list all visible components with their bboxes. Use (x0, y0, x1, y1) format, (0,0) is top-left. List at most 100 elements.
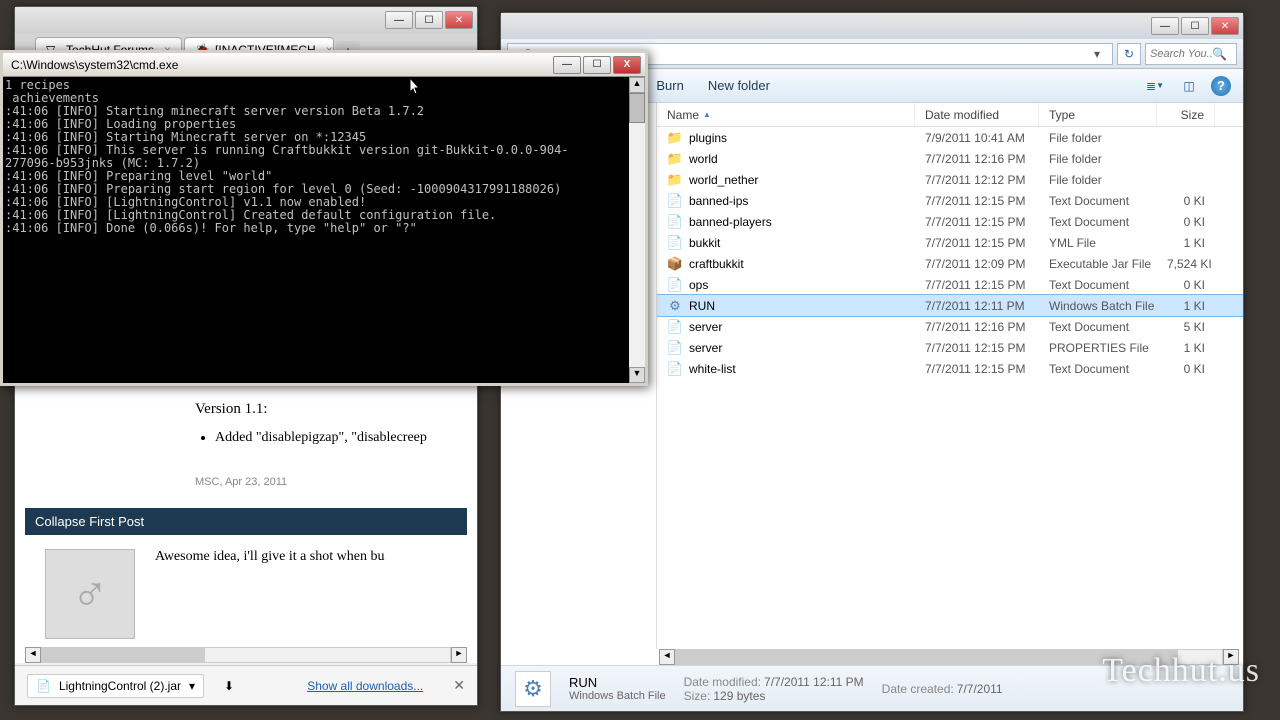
maximize-button[interactable]: ☐ (583, 56, 611, 74)
cmd-window: C:\Windows\system32\cmd.exe — ☐ X 1 reci… (0, 50, 648, 386)
new-folder-button[interactable]: New folder (708, 78, 770, 93)
browser-hscrollbar[interactable]: ◄ ► (25, 647, 467, 663)
scroll-thumb[interactable] (42, 648, 205, 662)
refresh-button[interactable]: ↻ (1117, 43, 1141, 65)
file-date: 7/7/2011 12:15 PM (915, 215, 1039, 229)
file-type: Windows Batch File (1039, 299, 1157, 313)
file-row[interactable]: 📦craftbukkit7/7/2011 12:09 PMExecutable … (657, 253, 1243, 274)
reply-text: Awesome idea, i'll give it a shot when b… (155, 549, 447, 639)
file-type: File folder (1039, 131, 1157, 145)
file-date: 7/7/2011 12:15 PM (915, 362, 1039, 376)
file-row[interactable]: 📄server7/7/2011 12:15 PMPROPERTIES File1… (657, 337, 1243, 358)
file-type: Text Document (1039, 278, 1157, 292)
minimize-button[interactable]: — (553, 56, 581, 74)
bat-icon: ⚙ (667, 298, 683, 314)
file-size: 0 KI (1157, 362, 1215, 376)
scroll-down-icon[interactable]: ▼ (629, 367, 645, 383)
details-size: 129 bytes (713, 689, 765, 703)
label: Size: (684, 689, 711, 703)
file-row[interactable]: 📄ops7/7/2011 12:15 PMText Document0 KI (657, 274, 1243, 295)
scroll-thumb[interactable] (629, 93, 645, 123)
download-filename: LightningControl (2).jar (59, 679, 181, 693)
minimize-button[interactable]: — (385, 11, 413, 29)
file-date: 7/7/2011 12:15 PM (915, 194, 1039, 208)
chevron-down-icon[interactable]: ▾ (189, 679, 195, 693)
file-name: banned-ips (689, 194, 748, 208)
file-list: Name▲ Date modified Type Size 📁plugins7/… (657, 103, 1243, 649)
details-pane: ⚙ RUN Windows Batch File Date modified: … (501, 665, 1243, 711)
file-type: Text Document (1039, 362, 1157, 376)
close-button[interactable]: X (613, 56, 641, 74)
explorer-hscrollbar[interactable]: ◄ ► (659, 649, 1239, 665)
file-row[interactable]: 📄banned-players7/7/2011 12:15 PMText Doc… (657, 211, 1243, 232)
download-bar: 📄 LightningControl (2).jar ▾ ⬇ Show all … (15, 665, 477, 705)
txt-icon: 📄 (667, 319, 683, 335)
maximize-button[interactable]: ☐ (1181, 17, 1209, 35)
scroll-right-icon[interactable]: ► (1223, 649, 1239, 665)
show-all-downloads-link[interactable]: Show all downloads... (307, 679, 423, 693)
file-row[interactable]: 📄server7/7/2011 12:16 PMText Document5 K… (657, 316, 1243, 337)
search-input[interactable] (1150, 48, 1212, 60)
avatar: ♂ (45, 549, 135, 639)
file-name: server (689, 341, 722, 355)
cmd-titlebar[interactable]: C:\Windows\system32\cmd.exe — ☐ X (3, 53, 645, 77)
post-meta: MSC, Apr 23, 2011 (195, 476, 457, 488)
file-row[interactable]: 📄 banned-ips 7/7/2011 12:15 PMText Documen… (657, 190, 1243, 211)
file-size: 0 KI (1157, 194, 1215, 208)
scroll-up-icon[interactable]: ▲ (629, 77, 645, 93)
scroll-left-icon[interactable]: ◄ (25, 647, 41, 663)
file-name: RUN (689, 299, 715, 313)
close-button[interactable]: ✕ (445, 11, 473, 29)
browser-titlebar: — ☐ ✕ (15, 7, 477, 33)
file-name: server (689, 320, 722, 334)
explorer-titlebar: — ☐ ✕ (501, 13, 1243, 39)
file-type: Executable Jar File (1039, 257, 1157, 271)
search-box[interactable]: 🔍 (1145, 43, 1237, 65)
help-button[interactable]: ? (1211, 76, 1231, 96)
label: Date created: (882, 682, 954, 696)
scroll-left-icon[interactable]: ◄ (659, 649, 675, 665)
file-icon: 📄 (36, 679, 51, 693)
minimize-button[interactable]: — (1151, 17, 1179, 35)
file-row[interactable]: ⚙RUN7/7/2011 12:11 PMWindows Batch File1… (657, 295, 1243, 316)
close-button[interactable]: ✕ (1211, 17, 1239, 35)
file-row[interactable]: 📁world7/7/2011 12:16 PMFile folder (657, 148, 1243, 169)
breadcrumb-dropdown-icon[interactable]: ▾ (1088, 47, 1106, 61)
file-date: 7/7/2011 12:15 PM (915, 341, 1039, 355)
col-name[interactable]: Name▲ (657, 103, 915, 126)
burn-button[interactable]: Burn (656, 78, 683, 93)
view-options-button[interactable]: ≣ ▼ (1143, 75, 1167, 97)
file-name: bukkit (689, 236, 720, 250)
cmd-vscrollbar[interactable]: ▲ ▼ (629, 77, 645, 383)
search-icon[interactable]: 🔍 (1212, 47, 1227, 61)
file-size: 1 KI (1157, 341, 1215, 355)
scroll-thumb[interactable] (676, 650, 1178, 664)
col-date[interactable]: Date modified (915, 103, 1039, 126)
file-size: 5 KI (1157, 320, 1215, 334)
file-date: 7/7/2011 12:12 PM (915, 173, 1039, 187)
file-date: 7/7/2011 12:15 PM (915, 236, 1039, 250)
file-row[interactable]: 📁world_nether7/7/2011 12:12 PMFile folde… (657, 169, 1243, 190)
folder-icon: 📁 (667, 172, 683, 188)
close-bar-icon[interactable]: ✕ (453, 677, 465, 694)
file-row[interactable]: 📄white-list7/7/2011 12:15 PMText Documen… (657, 358, 1243, 379)
file-type: Text Document (1039, 215, 1157, 229)
col-type[interactable]: Type (1039, 103, 1157, 126)
preview-pane-button[interactable]: ◫ (1177, 75, 1201, 97)
file-type: File folder (1039, 173, 1157, 187)
col-size[interactable]: Size (1157, 103, 1215, 126)
scroll-right-icon[interactable]: ► (451, 647, 467, 663)
file-size: 7,524 KI (1157, 257, 1215, 271)
download-item[interactable]: 📄 LightningControl (2).jar ▾ (27, 674, 204, 698)
txt-icon: 📄 (667, 193, 683, 209)
file-type: Text Document (1039, 194, 1157, 208)
file-name: plugins (689, 131, 727, 145)
file-type-icon: ⚙ (515, 671, 551, 707)
file-row[interactable]: 📄bukkit7/7/2011 12:15 PMYML File1 KI (657, 232, 1243, 253)
file-size: 0 KI (1157, 278, 1215, 292)
txt-icon: 📄 (667, 235, 683, 251)
collapse-first-post[interactable]: Collapse First Post (25, 508, 467, 535)
file-row[interactable]: 📁plugins7/9/2011 10:41 AMFile folder (657, 127, 1243, 148)
maximize-button[interactable]: ☐ (415, 11, 443, 29)
file-name: white-list (689, 362, 736, 376)
